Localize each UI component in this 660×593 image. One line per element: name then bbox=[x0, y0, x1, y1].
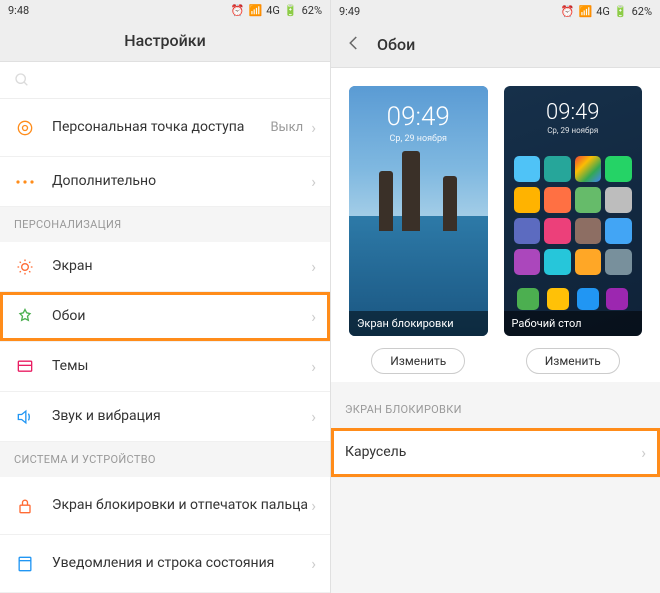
section-system: СИСТЕМА И УСТРОЙСТВО bbox=[0, 442, 330, 477]
settings-screen: 9:48 ⏰ 📶 4G 🔋 62% Настройки Персональная… bbox=[0, 0, 330, 593]
item-label: Уведомления и строка состояния bbox=[52, 555, 311, 573]
item-label: Обои bbox=[52, 308, 311, 326]
chevron-right-icon: › bbox=[311, 172, 316, 191]
chevron-right-icon: › bbox=[311, 496, 316, 515]
change-lock-button[interactable]: Изменить bbox=[371, 348, 465, 374]
status-time: 9:48 bbox=[8, 4, 29, 17]
wallpaper-screen: 9:49 ⏰ 📶 4G 🔋 62% Обои 09:49 Ср, 29 нояб… bbox=[330, 0, 660, 593]
battery-label: 62% bbox=[632, 5, 652, 18]
signal-icon: 📶 bbox=[248, 4, 262, 17]
status-indicators: ⏰ 📶 4G 🔋 62% bbox=[29, 4, 322, 17]
item-label: Карусель bbox=[345, 444, 641, 462]
page-header: Настройки bbox=[0, 20, 330, 62]
hotspot-icon bbox=[14, 117, 36, 139]
list-lockscreen: Карусель › bbox=[331, 428, 660, 478]
lock-preview-column: 09:49 Ср, 29 ноября Экран блокировки Изм… bbox=[349, 86, 488, 374]
alarm-icon: ⏰ bbox=[561, 5, 575, 18]
themes-icon bbox=[14, 356, 36, 378]
list-system: Экран блокировки и отпечаток пальца › Ув… bbox=[0, 477, 330, 593]
item-more[interactable]: Дополнительно › bbox=[0, 157, 330, 207]
lock-screen-preview[interactable]: 09:49 Ср, 29 ноября Экран блокировки bbox=[349, 86, 488, 336]
home-dock bbox=[514, 288, 633, 310]
item-hotspot[interactable]: Персональная точка доступа Выкл › bbox=[0, 99, 330, 157]
home-time: 09:49 bbox=[504, 100, 643, 125]
status-bar: 9:49 ⏰ 📶 4G 🔋 62% bbox=[331, 0, 660, 22]
list-personalization: Экран › Обои › Темы › Звук и вибрация › bbox=[0, 242, 330, 442]
home-date: Ср, 29 ноября bbox=[504, 126, 643, 135]
home-caption: Рабочий стол bbox=[504, 311, 643, 336]
item-label: Звук и вибрация bbox=[52, 408, 311, 426]
search-icon bbox=[14, 72, 30, 88]
chevron-right-icon: › bbox=[311, 118, 316, 137]
notifications-icon bbox=[14, 553, 36, 575]
item-label: Дополнительно bbox=[52, 173, 311, 191]
item-wallpaper[interactable]: Обои › bbox=[0, 292, 330, 342]
network-label: 4G bbox=[266, 4, 280, 17]
home-app-grid bbox=[514, 156, 633, 290]
home-preview-column: 09:49 Ср, 29 ноября Рабочий стол Изменит… bbox=[504, 86, 643, 374]
network-label: 4G bbox=[596, 5, 610, 18]
wallpaper-previews: 09:49 Ср, 29 ноября Экран блокировки Изм… bbox=[331, 68, 660, 382]
item-label: Темы bbox=[52, 358, 311, 376]
more-icon bbox=[14, 171, 36, 193]
item-notifications[interactable]: Уведомления и строка состояния › bbox=[0, 535, 330, 593]
status-bar: 9:48 ⏰ 📶 4G 🔋 62% bbox=[0, 0, 330, 20]
item-sound[interactable]: Звук и вибрация › bbox=[0, 392, 330, 442]
search-input[interactable] bbox=[0, 62, 330, 99]
item-lockscreen[interactable]: Экран блокировки и отпечаток пальца › bbox=[0, 477, 330, 535]
wallpaper-icon bbox=[14, 306, 36, 328]
lock-caption: Экран блокировки bbox=[349, 311, 488, 336]
display-icon bbox=[14, 256, 36, 278]
lock-time: 09:49 bbox=[349, 102, 488, 132]
chevron-right-icon: › bbox=[311, 554, 316, 573]
status-indicators: ⏰ 📶 4G 🔋 62% bbox=[360, 5, 652, 18]
lock-date: Ср, 29 ноября bbox=[349, 134, 488, 144]
page-title: Настройки bbox=[124, 31, 205, 50]
alarm-icon: ⏰ bbox=[231, 4, 245, 17]
sound-icon bbox=[14, 406, 36, 428]
item-display[interactable]: Экран › bbox=[0, 242, 330, 292]
page-title: Обои bbox=[377, 35, 415, 54]
home-screen-preview[interactable]: 09:49 Ср, 29 ноября Рабочий стол bbox=[504, 86, 643, 336]
section-personalization: ПЕРСОНАЛИЗАЦИЯ bbox=[0, 207, 330, 242]
page-header: Обои bbox=[331, 22, 660, 68]
battery-icon: 🔋 bbox=[614, 5, 628, 18]
chevron-right-icon: › bbox=[311, 407, 316, 426]
chevron-right-icon: › bbox=[311, 357, 316, 376]
back-button[interactable] bbox=[345, 34, 363, 56]
item-carousel[interactable]: Карусель › bbox=[331, 428, 660, 478]
list-top: Персональная точка доступа Выкл › Дополн… bbox=[0, 99, 330, 207]
chevron-right-icon: › bbox=[641, 443, 646, 462]
item-themes[interactable]: Темы › bbox=[0, 342, 330, 392]
item-label: Экран bbox=[52, 258, 311, 276]
change-home-button[interactable]: Изменить bbox=[526, 348, 620, 374]
item-label: Персональная точка доступа bbox=[52, 119, 270, 137]
chevron-right-icon: › bbox=[311, 257, 316, 276]
item-label: Экран блокировки и отпечаток пальца bbox=[52, 497, 311, 515]
battery-icon: 🔋 bbox=[284, 4, 298, 17]
item-value: Выкл bbox=[270, 120, 303, 135]
battery-label: 62% bbox=[302, 4, 322, 17]
chevron-right-icon: › bbox=[311, 307, 316, 326]
status-time: 9:49 bbox=[339, 5, 360, 18]
section-lockscreen: ЭКРАН БЛОКИРОВКИ bbox=[331, 390, 660, 428]
signal-icon: 📶 bbox=[578, 5, 592, 18]
lock-icon bbox=[14, 495, 36, 517]
